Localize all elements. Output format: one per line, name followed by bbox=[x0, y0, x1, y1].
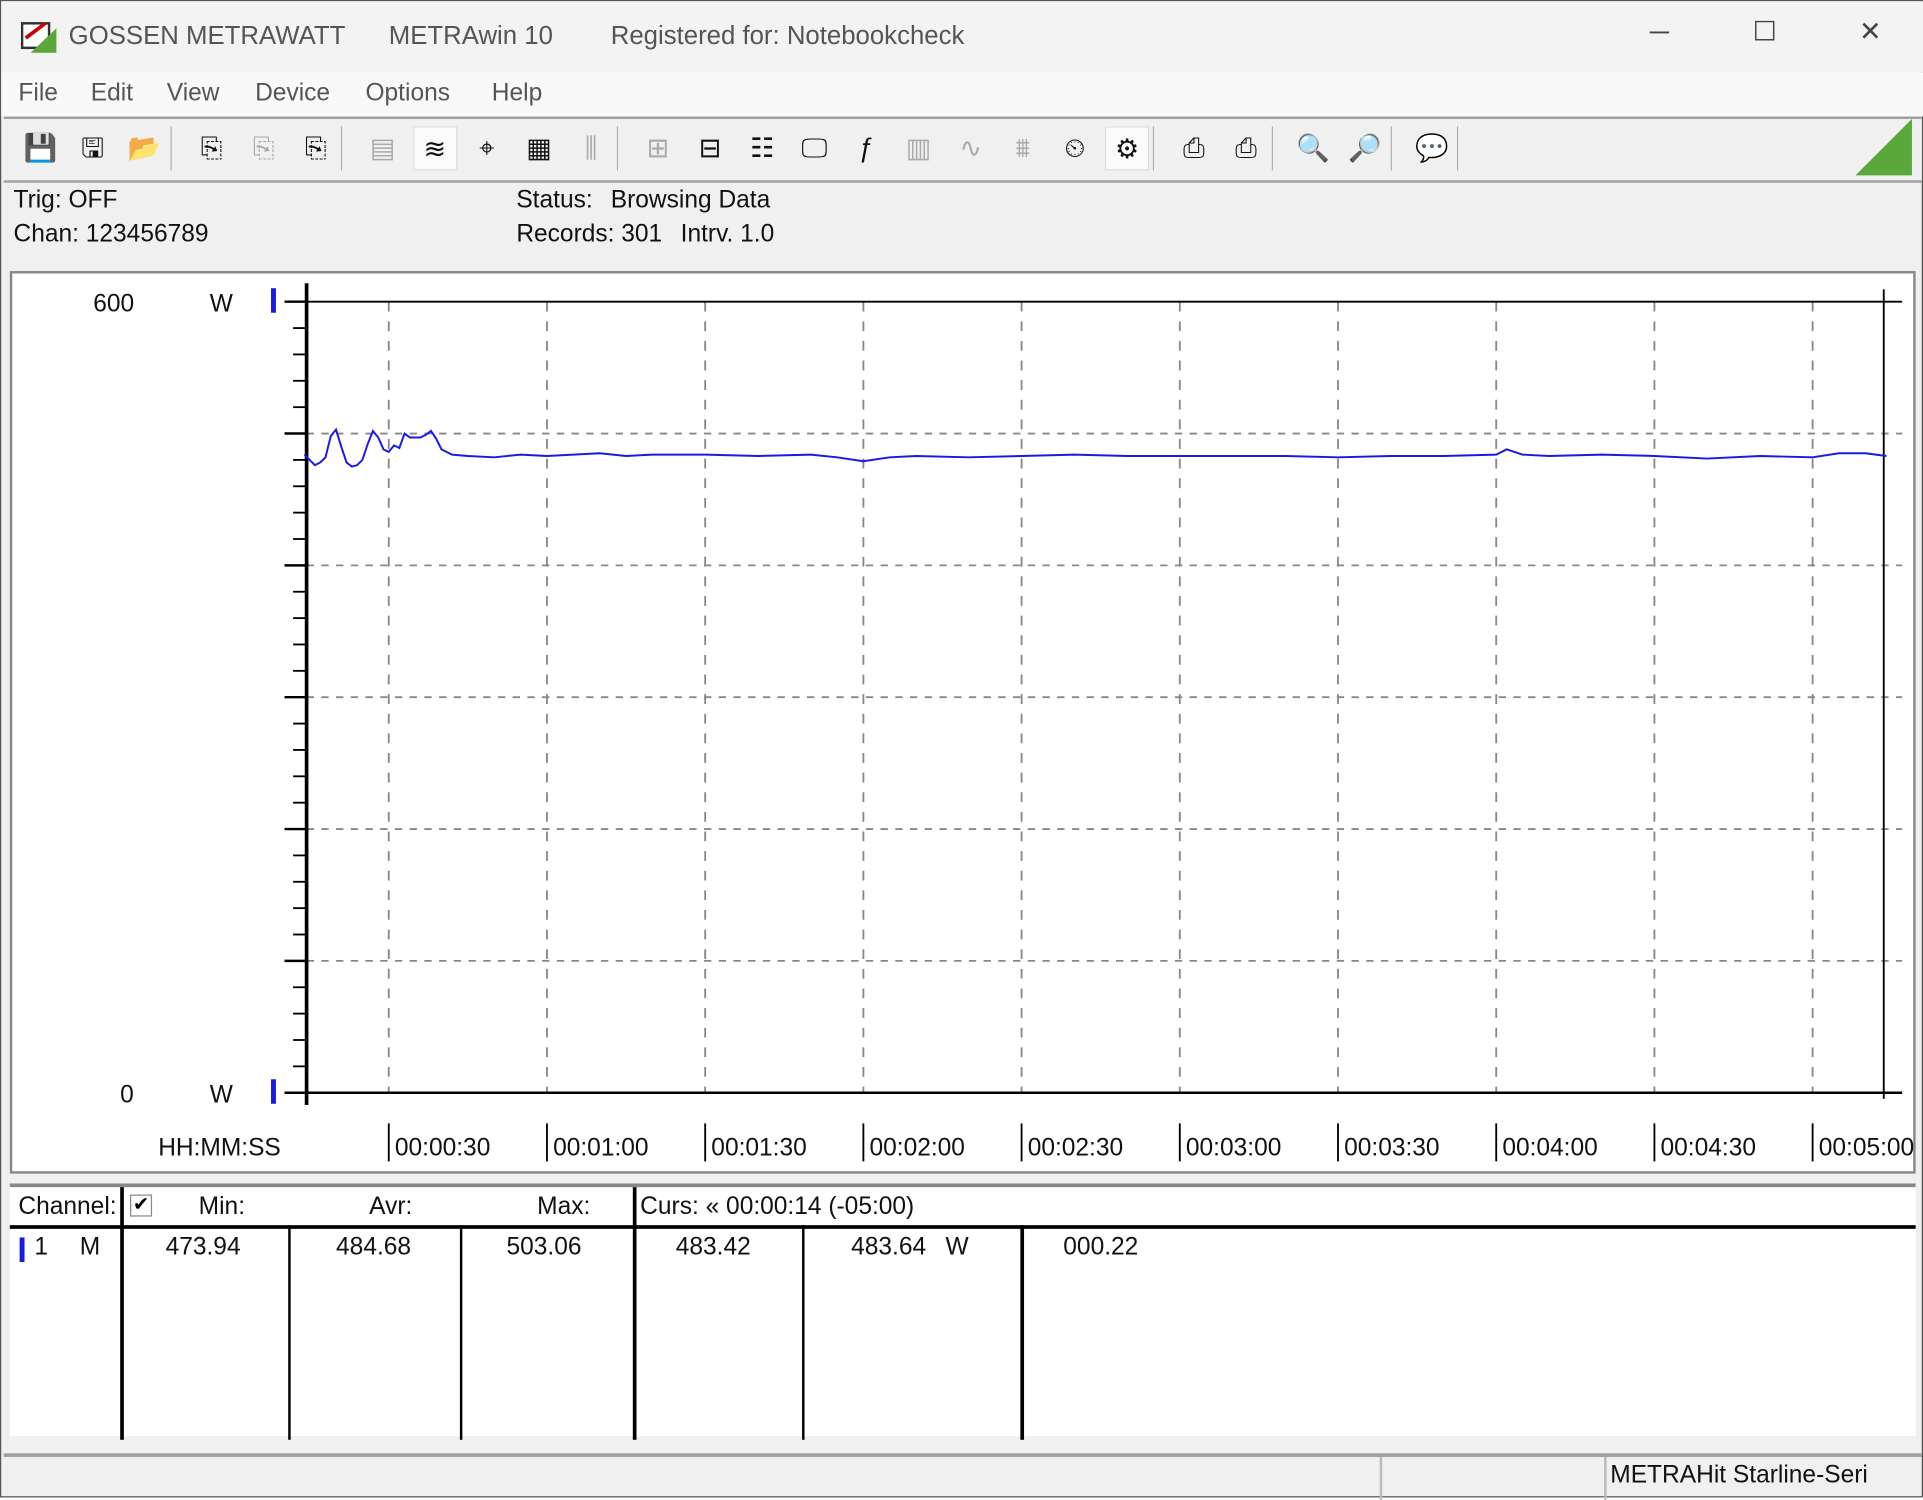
statistics-table: Channel: ✔ Min: Avr: Max: Curs: « 00:00:… bbox=[9, 1183, 1916, 1440]
row-max: 503.06 bbox=[506, 1233, 582, 1261]
header-divider bbox=[9, 1225, 1916, 1229]
status-divider bbox=[1604, 1456, 1607, 1500]
x-tick-label: 00:03:30 bbox=[1344, 1134, 1439, 1161]
channel-checkbox[interactable]: ✔ bbox=[129, 1194, 153, 1217]
status-divider bbox=[1379, 1456, 1383, 1500]
row-min: 473.94 bbox=[165, 1233, 241, 1261]
power-chart[interactable]: 00:00:30 00:01:00 00:01:30 00:02:00 00:02:30… bbox=[1, 1, 1923, 1178]
col-divider bbox=[1020, 1225, 1025, 1440]
header-avr: Avr: bbox=[369, 1193, 413, 1221]
col-divider bbox=[288, 1225, 291, 1440]
status-bar: METRAHit Starline-Seri bbox=[3, 1453, 1922, 1500]
y-unit-bottom: W bbox=[210, 1082, 234, 1109]
x-tick-label: 00:01:30 bbox=[711, 1134, 806, 1161]
app-window: GOSSEN METRAWATT METRAwin 10 Registered … bbox=[0, 0, 1923, 1500]
row-cursor1: 483.42 bbox=[675, 1233, 751, 1261]
header-min: Min: bbox=[198, 1193, 246, 1221]
header-max: Max: bbox=[537, 1193, 591, 1221]
row-mode: M bbox=[79, 1233, 101, 1261]
x-tick-label: 00:02:30 bbox=[1028, 1134, 1123, 1161]
x-tick-label: 00:03:00 bbox=[1186, 1134, 1281, 1161]
channel-bottom-marker bbox=[271, 1079, 276, 1104]
x-tick-label: 00:00:30 bbox=[395, 1134, 490, 1161]
device-name: METRAHit Starline-Seri bbox=[1610, 1461, 1868, 1489]
x-tick-label: 00:05:00 bbox=[1819, 1134, 1914, 1161]
header-cursor: Curs: « 00:00:14 (-05:00) bbox=[640, 1193, 915, 1221]
x-tick-label: 00:04:30 bbox=[1661, 1134, 1756, 1161]
row-diff: 000.22 bbox=[1063, 1233, 1139, 1261]
row-unit: W bbox=[945, 1233, 969, 1261]
header-channel: Channel: bbox=[18, 1193, 117, 1221]
col-divider bbox=[632, 1187, 637, 1440]
y-unit-top: W bbox=[210, 291, 234, 318]
col-divider bbox=[802, 1225, 805, 1440]
row-cursor2: 483.64 bbox=[851, 1233, 927, 1261]
x-tick-label: 00:01:00 bbox=[553, 1134, 648, 1161]
row-channel-number: 1 bbox=[34, 1233, 48, 1261]
x-tick-label: 00:02:00 bbox=[870, 1134, 965, 1161]
y-max-label: 600 bbox=[93, 291, 134, 318]
channel-color-marker bbox=[19, 1237, 25, 1262]
row-avr: 484.68 bbox=[336, 1233, 412, 1261]
power-series-line bbox=[303, 427, 1887, 468]
x-axis-label: HH:MM:SS bbox=[158, 1134, 281, 1161]
y-min-label: 0 bbox=[120, 1082, 134, 1109]
channel-top-marker bbox=[271, 288, 276, 313]
x-tick-label: 00:04:00 bbox=[1502, 1134, 1597, 1161]
col-divider bbox=[459, 1225, 463, 1440]
col-divider bbox=[120, 1187, 124, 1440]
